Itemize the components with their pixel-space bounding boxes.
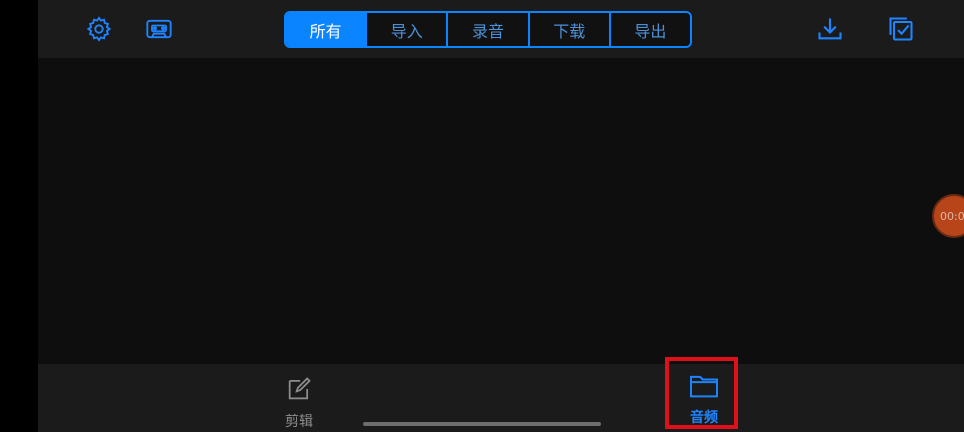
filter-recording[interactable]: 录音: [446, 13, 528, 46]
home-indicator: [363, 422, 601, 426]
checkbox-select-icon[interactable]: [886, 14, 916, 44]
filter-import[interactable]: 导入: [365, 13, 447, 46]
filter-segmented-control: 所有 导入 录音 下载 导出: [284, 11, 692, 48]
left-edge-strip: [0, 0, 38, 432]
gear-icon[interactable]: [84, 14, 114, 44]
tab-audio[interactable]: 音频: [682, 373, 726, 427]
tab-edit[interactable]: 剪辑: [282, 375, 316, 431]
filter-download[interactable]: 下载: [527, 13, 609, 46]
tab-edit-label: 剪辑: [285, 414, 313, 430]
filter-export[interactable]: 导出: [608, 13, 690, 46]
edit-icon: [284, 375, 314, 407]
cassette-icon[interactable]: [144, 14, 174, 44]
tab-audio-label: 音频: [690, 410, 718, 426]
download-icon[interactable]: [815, 14, 845, 44]
audio-list-area: [38, 58, 964, 364]
folder-icon: [688, 373, 720, 403]
filter-all[interactable]: 所有: [286, 13, 366, 46]
